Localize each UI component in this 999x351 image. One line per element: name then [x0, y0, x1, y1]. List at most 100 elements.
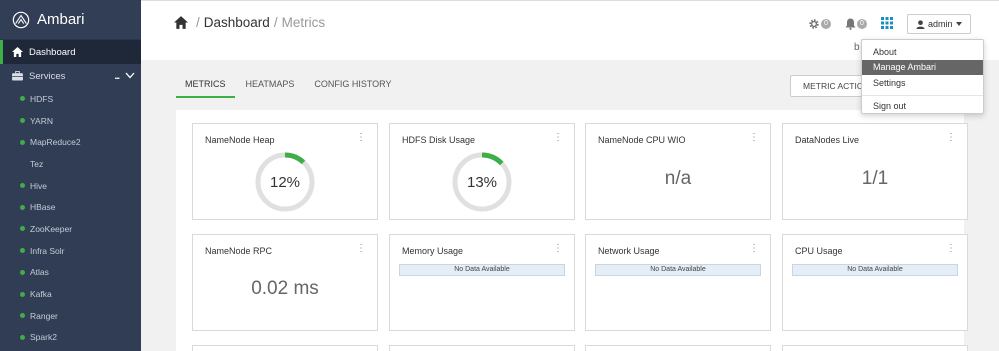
sidebar-service-spark2[interactable]: Spark2 — [0, 327, 141, 349]
widget-namenode-rpc[interactable]: NameNode RPC ⋮ 0.02 ms — [192, 234, 378, 331]
sidebar-item-services[interactable]: Services ... — [0, 64, 141, 88]
widget-value: 1/1 — [861, 168, 889, 189]
status-dot — [20, 248, 25, 254]
widget-value: 0.02 ms — [251, 278, 319, 299]
sidebar-service-kafka[interactable]: Kafka — [0, 283, 141, 305]
menu-item-about[interactable]: About — [862, 44, 983, 60]
status-dot — [20, 269, 25, 275]
widget-menu-icon[interactable]: ⋮ — [749, 244, 759, 254]
widget-title: Network Usage — [598, 246, 660, 256]
service-label: Tez — [30, 158, 44, 169]
sidebar-service-infra-solr[interactable]: Infra Solr — [0, 240, 141, 262]
user-dropdown-menu: About Manage Ambari Settings Sign out — [861, 39, 984, 114]
sidebar-service-yarn[interactable]: YARN — [0, 110, 141, 132]
menu-divider — [862, 94, 983, 96]
widget-menu-icon[interactable]: ⋮ — [553, 133, 563, 143]
service-label: Spark2 — [30, 332, 57, 343]
brand[interactable]: Ambari — [0, 0, 141, 40]
status-dot — [20, 183, 25, 189]
sidebar-service-hdfs[interactable]: HDFS — [0, 88, 141, 110]
status-dot — [20, 291, 25, 297]
widget-title: CPU Usage — [795, 246, 843, 256]
top-bar-actions: 0 0 admin — [808, 14, 971, 34]
widget-menu-icon[interactable]: ⋮ — [553, 244, 563, 254]
grid-icon — [881, 16, 893, 29]
widget-title: NameNode Heap — [205, 135, 275, 145]
home-icon[interactable] — [174, 16, 188, 29]
tab-heatmaps[interactable]: HEATMAPS — [237, 77, 304, 98]
tab-config-history[interactable]: CONFIG HISTORY — [305, 77, 400, 98]
widget-namenode-heap[interactable]: NameNode Heap ⋮ 12% — [192, 123, 378, 220]
widget-network-usage[interactable]: Network Usage ⋮ No Data Available — [585, 234, 771, 331]
widget-value: n/a — [664, 168, 692, 189]
sidebar-item-label: Dashboard — [29, 46, 76, 58]
widget-title: HDFS Disk Usage — [402, 135, 476, 145]
service-label: Kafka — [30, 289, 52, 300]
hdfs-disk-value: 13% — [466, 173, 498, 191]
partially-hidden-text: b — [854, 42, 860, 53]
status-dot — [20, 226, 25, 232]
breadcrumb-dashboard[interactable]: Dashboard — [204, 15, 270, 30]
service-label: HBase — [30, 202, 56, 213]
menu-item-settings[interactable]: Settings — [862, 75, 983, 91]
widget-menu-icon[interactable]: ⋮ — [356, 133, 366, 143]
status-dot — [20, 313, 25, 319]
sidebar-service-mapreduce2[interactable]: MapReduce2 — [0, 131, 141, 153]
widget-memory-usage[interactable]: Memory Usage ⋮ No Data Available — [389, 234, 575, 331]
bell-icon — [845, 18, 856, 30]
service-label: Infra Solr — [30, 245, 65, 256]
widget-menu-icon[interactable]: ⋮ — [356, 244, 366, 254]
sidebar-service-tez[interactable]: Tez — [0, 153, 141, 175]
widget-row3-stub — [192, 345, 378, 351]
widget-menu-icon[interactable]: ⋮ — [946, 133, 956, 143]
widget-namenode-cpu-wio[interactable]: NameNode CPU WIO ⋮ n/a — [585, 123, 771, 220]
sidebar-service-hive[interactable]: Hive — [0, 175, 141, 197]
tab-metrics[interactable]: METRICS — [176, 77, 235, 98]
widget-hdfs-disk-usage[interactable]: HDFS Disk Usage ⋮ 13% — [389, 123, 575, 220]
user-name: admin — [928, 19, 953, 29]
widgets-panel: NameNode Heap ⋮ 12% HDFS Disk Usage ⋮ 13… — [176, 110, 968, 351]
status-dot — [20, 334, 25, 340]
ambari-logo-icon — [12, 11, 30, 28]
sidebar-service-ranger[interactable]: Ranger — [0, 305, 141, 327]
views-grid-button[interactable] — [881, 16, 893, 32]
no-data-notice: No Data Available — [792, 264, 958, 276]
sidebar-service-hbase[interactable]: HBase — [0, 196, 141, 218]
widget-title: NameNode RPC — [205, 246, 273, 256]
breadcrumb-separator: / — [273, 15, 278, 30]
status-dot — [20, 118, 25, 124]
widget-menu-icon[interactable]: ⋮ — [946, 244, 956, 254]
widget-row3-stub — [782, 345, 968, 351]
service-label: HDFS — [30, 93, 54, 104]
status-dot — [20, 96, 25, 102]
user-menu-button[interactable]: admin — [907, 14, 971, 34]
sidebar-service-atlas[interactable]: Atlas — [0, 262, 141, 284]
widget-datanodes-live[interactable]: DataNodes Live ⋮ 1/1 — [782, 123, 968, 220]
widget-menu-icon[interactable]: ⋮ — [749, 133, 759, 143]
brand-name: Ambari — [37, 11, 85, 28]
service-label: Ranger — [30, 310, 58, 321]
status-dot — [20, 139, 25, 145]
alerts-button[interactable]: 0 — [845, 18, 867, 30]
service-label: YARN — [30, 115, 53, 126]
status-dot — [20, 204, 25, 210]
user-icon — [916, 19, 925, 29]
sidebar-item-dashboard[interactable]: Dashboard — [0, 40, 141, 64]
chevron-down-icon[interactable] — [125, 71, 135, 81]
menu-item-manage-ambari[interactable]: Manage Ambari — [862, 59, 983, 75]
alerts-count-badge: 0 — [857, 19, 867, 29]
dashboard-tabs: METRICS HEATMAPS CONFIG HISTORY — [176, 77, 403, 98]
background-ops-button[interactable]: 0 — [808, 18, 831, 30]
no-data-notice: No Data Available — [595, 264, 761, 276]
service-label: MapReduce2 — [30, 137, 81, 148]
status-dot — [20, 161, 25, 166]
breadcrumb-metrics: Metrics — [281, 15, 326, 30]
widget-row3-stub — [389, 345, 575, 351]
caret-down-icon — [955, 22, 962, 26]
sidebar-service-zookeeper[interactable]: ZooKeeper — [0, 218, 141, 240]
services-actions-menu[interactable]: ... — [114, 71, 119, 81]
widget-cpu-usage[interactable]: CPU Usage ⋮ No Data Available — [782, 234, 968, 331]
service-label: ZooKeeper — [30, 223, 73, 234]
service-label: Atlas — [30, 267, 49, 278]
menu-item-sign-out[interactable]: Sign out — [862, 99, 983, 115]
